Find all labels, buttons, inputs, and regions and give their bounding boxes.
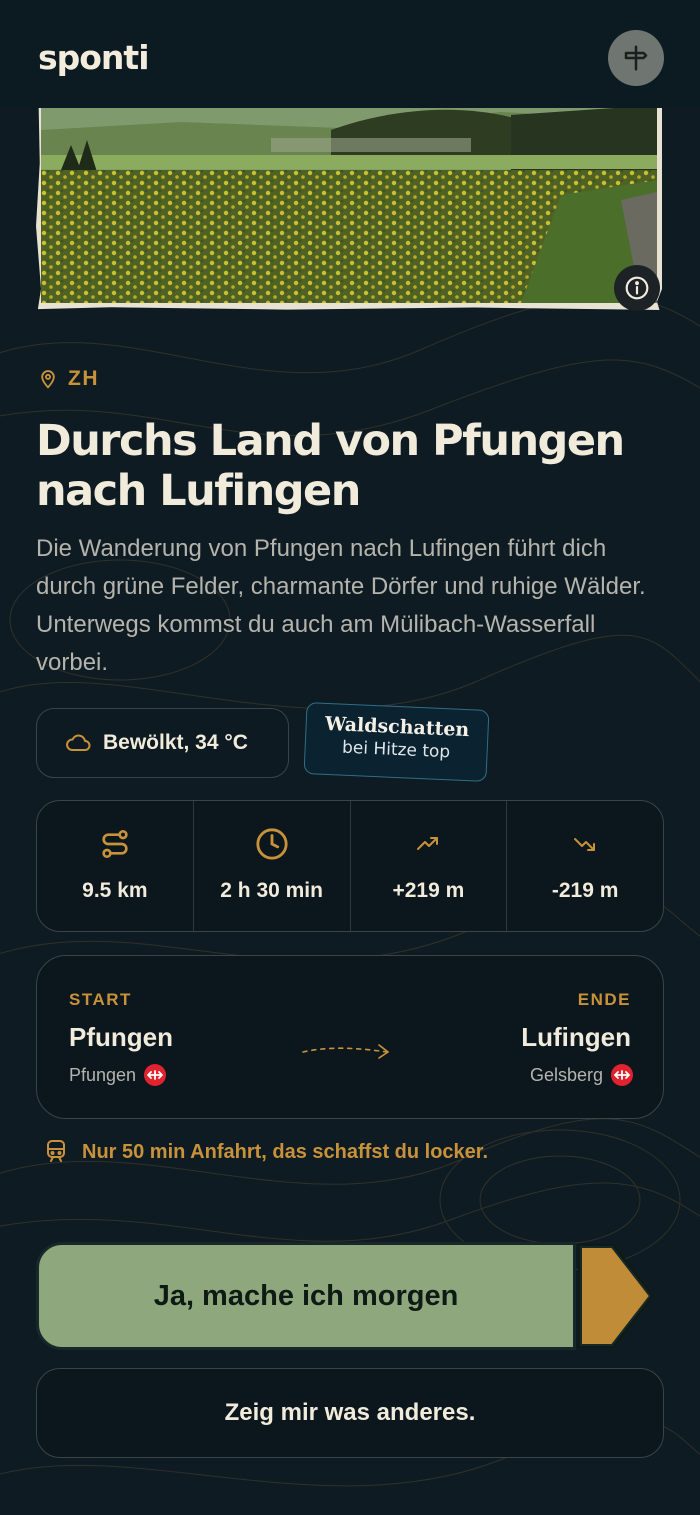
start-stop-label: Pfungen — [69, 1064, 137, 1085]
route-card: START Pfungen Pfungen ENDE Lufingen Gels… — [36, 955, 664, 1119]
weather-chip: Bewölkt, 34 °C — [36, 708, 289, 778]
shade-sticker: Waldschatten bei Hitze top — [303, 702, 490, 782]
start-stop: Pfungen — [69, 1064, 167, 1086]
accept-button[interactable]: Ja, mache ich morgen — [36, 1242, 576, 1350]
clock-icon — [256, 828, 288, 860]
stat-descent: -219 m — [507, 801, 663, 931]
start-label: START — [69, 990, 132, 1009]
stat-value: +219 m — [392, 879, 465, 902]
skip-button[interactable]: Zeig mir was anderes. — [36, 1368, 664, 1458]
arrow-tip-icon[interactable] — [574, 1242, 660, 1350]
canton-label: ZH — [68, 367, 99, 390]
transit-text: Nur 50 min Anfahrt, das schaffst du lock… — [82, 1140, 489, 1163]
route-arrow-icon — [302, 1044, 390, 1059]
end-label: ENDE — [577, 990, 631, 1009]
stat-value: 9.5 km — [82, 879, 148, 902]
signpost-icon — [624, 45, 648, 71]
end-town: Lufingen — [521, 1022, 631, 1052]
start-town: Pfungen — [69, 1022, 173, 1052]
stats-card: 9.5 km 2 h 30 min +219 m -219 m — [36, 800, 664, 932]
trending-up-icon — [417, 837, 439, 850]
end-stop: Gelsberg — [530, 1064, 633, 1086]
hike-photo-frame — [36, 100, 662, 310]
route-icon — [102, 830, 128, 858]
stat-value: 2 h 30 min — [220, 879, 323, 902]
info-icon — [625, 276, 649, 300]
location-pin-icon — [41, 370, 55, 389]
stat-distance: 9.5 km — [37, 801, 194, 931]
train-icon — [47, 1140, 65, 1162]
primary-cta[interactable]: Ja, mache ich morgen — [36, 1242, 660, 1350]
sbb-icon — [144, 1064, 167, 1086]
weather-label: Bewölkt, 34 °C — [103, 731, 248, 754]
stat-value: -219 m — [551, 879, 619, 902]
hike-photo — [41, 100, 657, 303]
hike-description: Die Wanderung von Pfungen nach Lufingen … — [36, 535, 646, 676]
trending-down-icon — [574, 838, 596, 851]
canton-tag: ZH — [38, 366, 99, 392]
brand-logo[interactable]: sponti — [38, 38, 150, 77]
end-stop-label: Gelsberg — [529, 1064, 603, 1085]
cloud-icon — [66, 734, 91, 751]
stat-duration: 2 h 30 min — [194, 801, 351, 931]
transit-note: Nur 50 min Anfahrt, das schaffst du lock… — [44, 1136, 488, 1168]
photo-info-button[interactable] — [614, 265, 660, 311]
stat-ascent: +219 m — [351, 801, 508, 931]
hike-title: Durchs Land von Pfungen nach Lufingen — [36, 416, 625, 516]
sbb-icon — [611, 1064, 633, 1086]
route-button[interactable] — [608, 30, 664, 86]
app-header: sponti — [0, 0, 700, 108]
